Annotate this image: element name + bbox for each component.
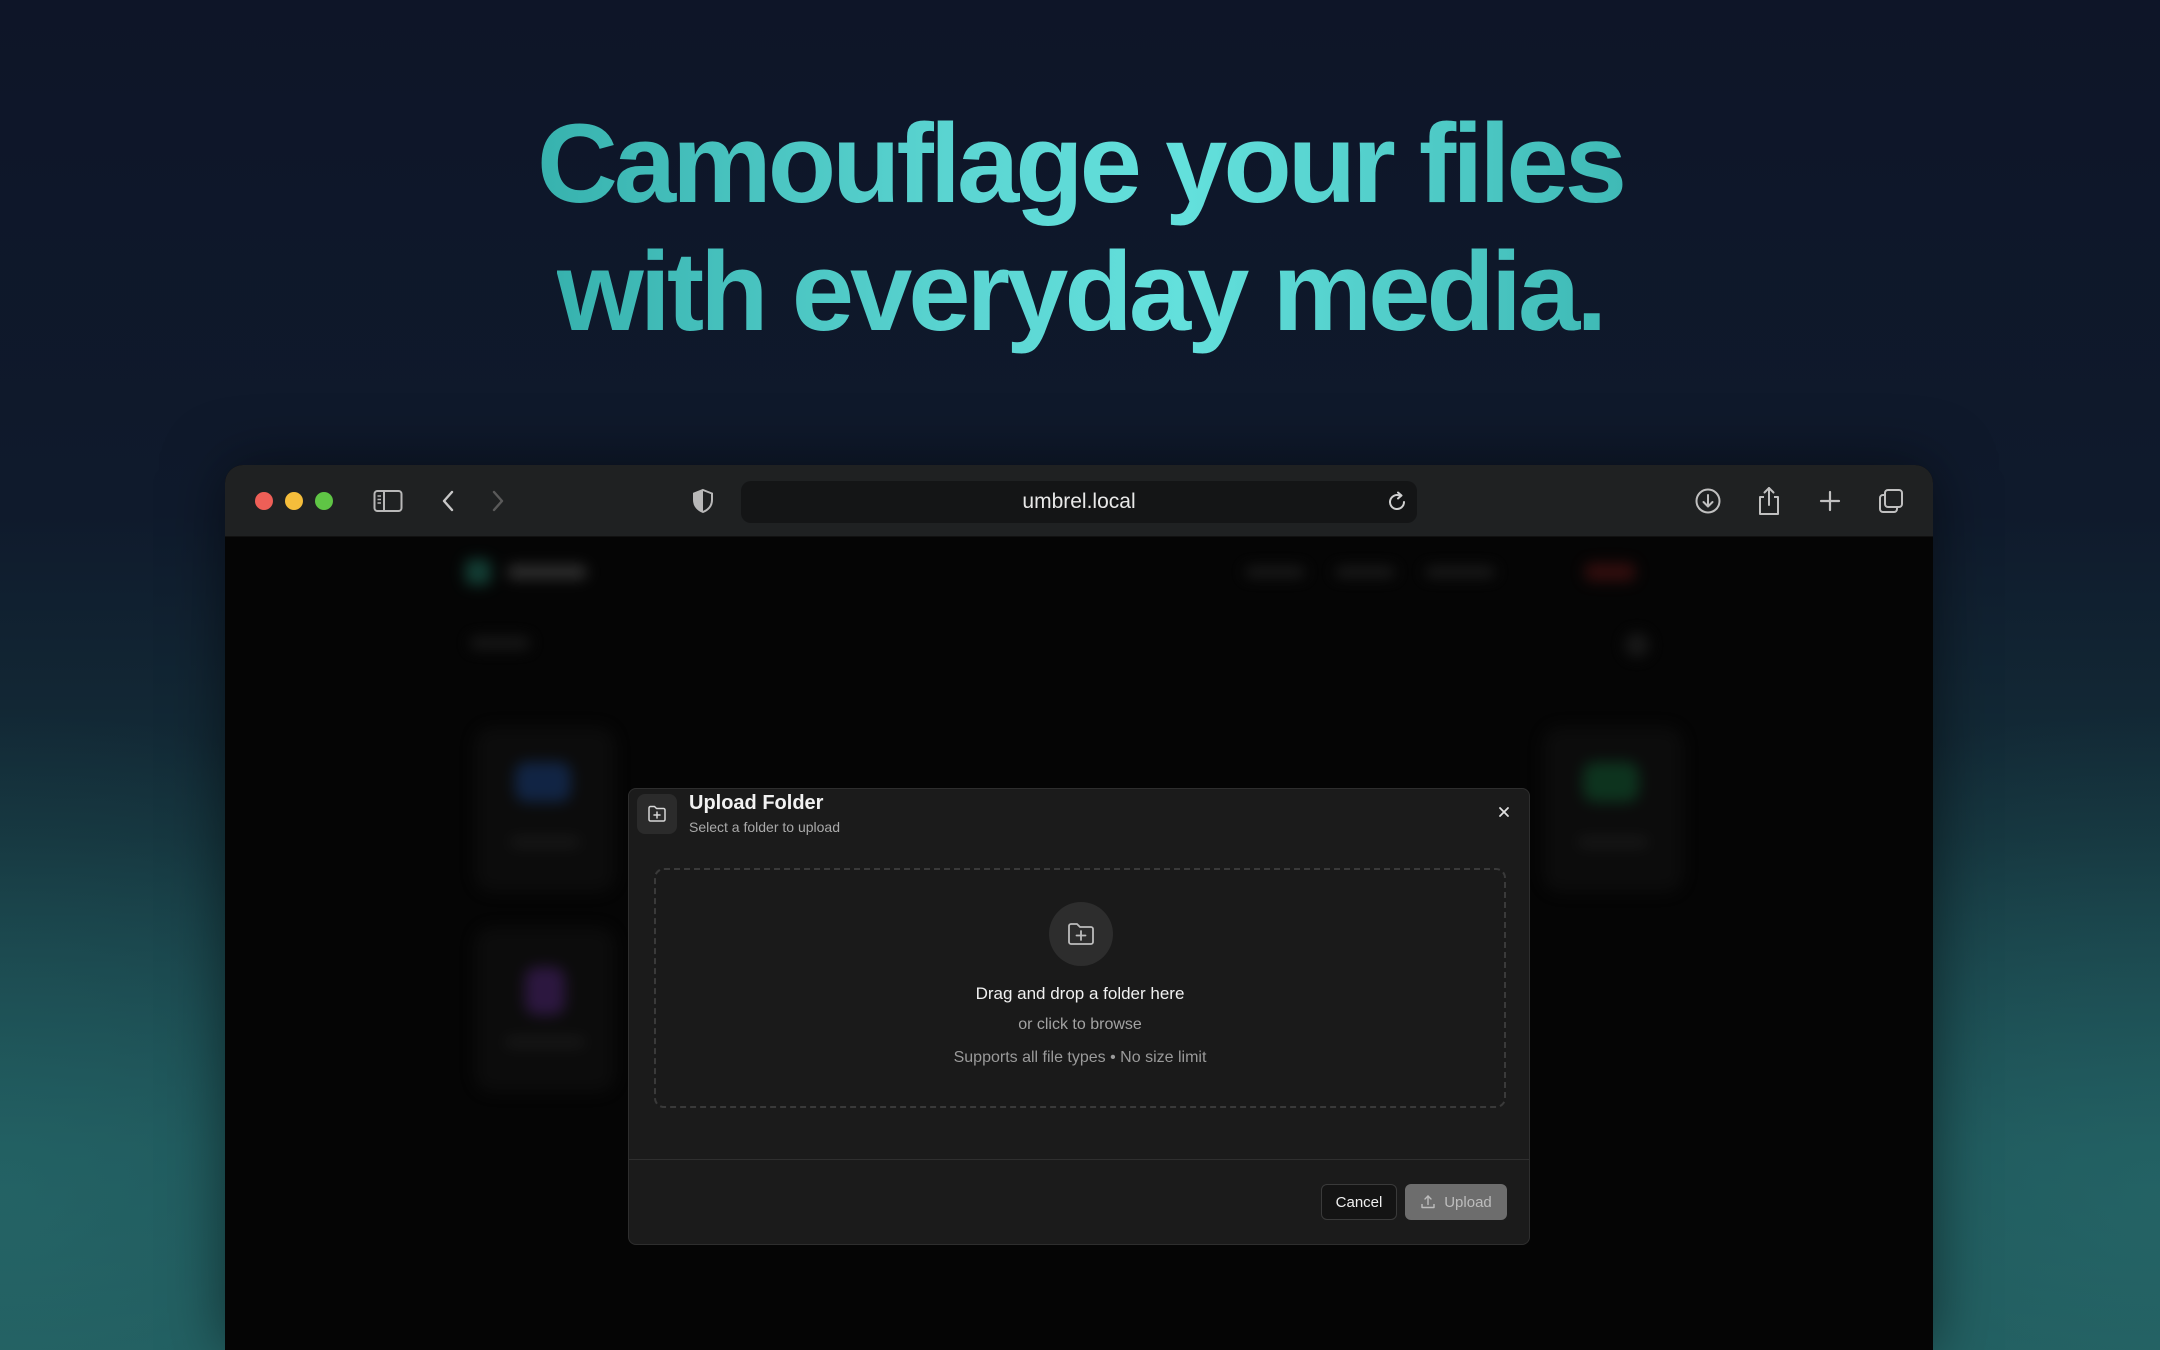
dropzone-main-text: Drag and drop a folder here — [975, 984, 1185, 1003]
forward-icon[interactable] — [480, 483, 516, 519]
shield-icon[interactable] — [685, 483, 721, 519]
zoom-window-button[interactable] — [315, 492, 333, 510]
folder-plus-icon — [1049, 902, 1113, 966]
dropzone-browse-text: or click to browse — [1018, 1016, 1142, 1033]
page-content: Upload Folder Select a folder to upload … — [225, 537, 1933, 1350]
headline-line-2: with everyday media. — [556, 229, 1608, 354]
browser-window: umbrel.local Upload Folder Select a fold… — [225, 465, 1933, 1350]
address-bar[interactable]: umbrel.local — [741, 481, 1417, 523]
new-tab-plus-icon[interactable] — [1812, 483, 1848, 519]
download-icon[interactable] — [1690, 483, 1726, 519]
upload-button[interactable]: Upload — [1405, 1184, 1507, 1220]
hero-headline: Camouflage your files with everyday medi… — [0, 100, 2160, 356]
dialog-title: Upload Folder — [689, 792, 824, 814]
upload-folder-dialog: Upload Folder Select a folder to upload … — [628, 788, 1530, 1245]
cancel-button[interactable]: Cancel — [1321, 1184, 1397, 1220]
dialog-subtitle: Select a folder to upload — [689, 819, 840, 835]
headline-line-1: Camouflage your files — [536, 101, 1627, 226]
upload-icon — [1420, 1194, 1436, 1210]
back-icon[interactable] — [430, 483, 466, 519]
close-icon[interactable] — [1493, 801, 1515, 823]
reload-icon[interactable] — [1385, 490, 1409, 514]
close-window-button[interactable] — [255, 492, 273, 510]
tab-overview-icon[interactable] — [1873, 483, 1909, 519]
url-text: umbrel.local — [1022, 490, 1136, 513]
minimize-window-button[interactable] — [285, 492, 303, 510]
upload-button-label: Upload — [1444, 1193, 1492, 1211]
browser-toolbar: umbrel.local — [225, 465, 1933, 537]
footer-divider — [629, 1159, 1529, 1160]
dropzone-hint-text: Supports all file types • No size limit — [953, 1049, 1207, 1066]
folder-dropzone[interactable]: Drag and drop a folder here or click to … — [654, 868, 1506, 1108]
sidebar-icon[interactable] — [370, 483, 406, 519]
share-icon[interactable] — [1751, 483, 1787, 519]
blurred-nav — [465, 547, 1695, 597]
folder-plus-icon — [637, 794, 677, 834]
